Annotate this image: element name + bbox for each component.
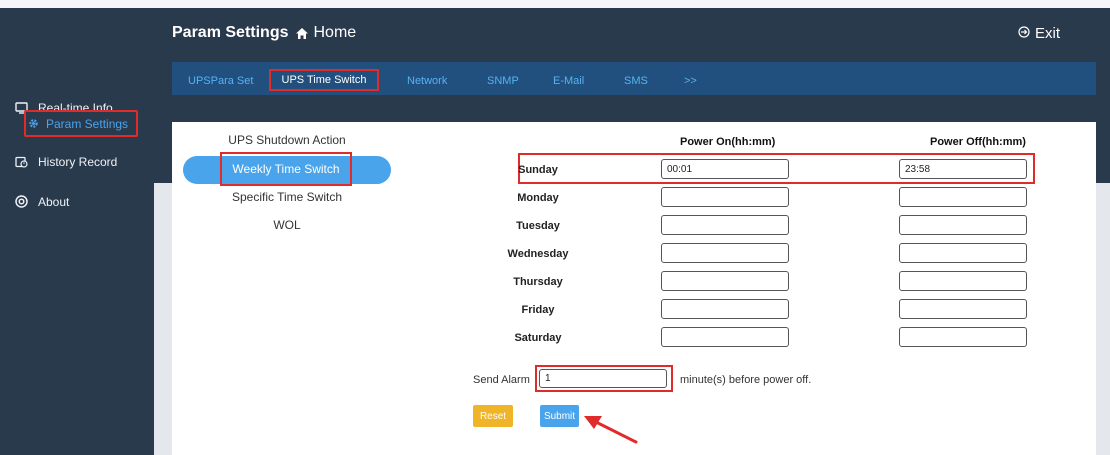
day-label-friday: Friday [521, 304, 555, 316]
day-label-monday: Monday [517, 192, 559, 204]
send-alarm-label: Send Alarm [473, 374, 530, 386]
day-label-saturday: Saturday [514, 332, 562, 344]
gear-icon [26, 118, 40, 129]
column-header-power-on: Power On(hh:mm) [680, 136, 776, 148]
home-link[interactable]: Home [313, 24, 356, 42]
sunday-power-on-input[interactable] [661, 159, 789, 179]
sidebar-item-label: Param Settings [46, 116, 129, 131]
submenu-wol[interactable]: WOL [183, 218, 391, 232]
annotation-arrow-icon [584, 416, 638, 444]
tab-sms[interactable]: SMS [624, 75, 648, 87]
tab-bar: UPSPara Set UPS Time Switch Network SNMP… [172, 62, 1096, 95]
submenu-weekly-time-switch[interactable]: Weekly Time Switch [220, 152, 352, 186]
saturday-power-off-input[interactable] [899, 327, 1027, 347]
sidebar-item-about[interactable]: About [10, 188, 142, 215]
saturday-power-on-input[interactable] [661, 327, 789, 347]
exit-icon [1018, 26, 1030, 41]
sidebar-item-history-record[interactable]: History Record [10, 148, 142, 175]
thursday-power-on-input[interactable] [661, 271, 789, 291]
exit-label: Exit [1035, 25, 1061, 42]
wednesday-power-on-input[interactable] [661, 243, 789, 263]
tab-upspara-set[interactable]: UPSPara Set [188, 75, 253, 87]
tab-snmp[interactable]: SNMP [487, 75, 519, 87]
day-label-tuesday: Tuesday [516, 220, 560, 232]
page-title: Param Settings Home [172, 24, 356, 42]
submenu-ups-shutdown-action[interactable]: UPS Shutdown Action [183, 133, 391, 147]
day-label-sunday: Sunday [518, 164, 558, 176]
sunday-power-off-input[interactable] [899, 159, 1027, 179]
wednesday-power-off-input[interactable] [899, 243, 1027, 263]
exit-button[interactable]: Exit [1018, 25, 1060, 42]
info-circle-icon [10, 195, 32, 208]
send-alarm-suffix: minute(s) before power off. [680, 374, 812, 386]
tab-more[interactable]: >> [684, 75, 697, 87]
tuesday-power-off-input[interactable] [899, 215, 1027, 235]
tuesday-power-on-input[interactable] [661, 215, 789, 235]
history-icon [10, 156, 32, 168]
column-header-power-off: Power Off(hh:mm) [930, 136, 1026, 148]
sidebar-item-label: About [38, 194, 70, 209]
sidebar-item-label: History Record [38, 154, 118, 169]
tab-network[interactable]: Network [407, 75, 447, 87]
settings-card: UPS Shutdown Action Weekly Time Switch S… [172, 122, 1096, 455]
tab-ups-time-switch[interactable]: UPS Time Switch [269, 69, 379, 91]
friday-power-off-input[interactable] [899, 299, 1027, 319]
monday-power-on-input[interactable] [661, 187, 789, 207]
thursday-power-off-input[interactable] [899, 271, 1027, 291]
friday-power-on-input[interactable] [661, 299, 789, 319]
send-alarm-input[interactable] [539, 369, 667, 388]
monday-power-off-input[interactable] [899, 187, 1027, 207]
home-icon [295, 27, 309, 40]
submenu-specific-time-switch[interactable]: Specific Time Switch [183, 190, 391, 204]
day-label-thursday: Thursday [513, 276, 563, 288]
page-title-text: Param Settings [172, 24, 289, 41]
top-strip [0, 0, 1110, 8]
sidebar-item-param-settings[interactable]: Param Settings [24, 110, 138, 137]
day-label-wednesday: Wednesday [507, 248, 569, 260]
tab-email[interactable]: E-Mail [553, 75, 584, 87]
reset-button[interactable]: Reset [473, 405, 513, 427]
sidebar [0, 8, 154, 455]
